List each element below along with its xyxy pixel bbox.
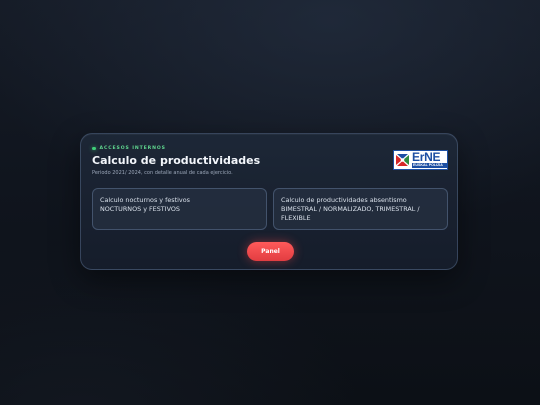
status-dot-icon <box>92 146 96 151</box>
ertzaintza-logo: ErNE EUSKAL POLIZIA <box>393 150 448 170</box>
option-detail: BIMESTRAL / NORMALIZADO, TRIMESTRAL / FL… <box>281 205 420 222</box>
ertzaintza-emblem-icon <box>394 151 411 169</box>
option-nocturnos-festivos[interactable]: Calculo nocturnos y festivos NOCTURNOS y… <box>92 188 267 230</box>
access-card: ACCESOS INTERNOS Calculo de productivida… <box>80 133 458 270</box>
panel-button[interactable]: Panel <box>247 242 294 261</box>
logo-subtext: EUSKAL POLIZIA <box>412 163 447 168</box>
page-title: Calculo de productividades <box>92 154 261 167</box>
option-title: Calculo nocturnos y festivos <box>100 196 190 204</box>
option-detail: NOCTURNOS y FESTIVOS <box>100 205 180 213</box>
option-absentismo[interactable]: Calculo de productividades absentismo BI… <box>273 188 448 230</box>
logo-text: ErNE <box>412 150 441 164</box>
section-eyebrow: ACCESOS INTERNOS <box>92 146 166 151</box>
eyebrow-label: ACCESOS INTERNOS <box>99 146 166 151</box>
option-title: Calculo de productividades absentismo <box>281 196 407 204</box>
page-subtitle: Periodo 2021/ 2024, con detalle anual de… <box>92 170 233 176</box>
